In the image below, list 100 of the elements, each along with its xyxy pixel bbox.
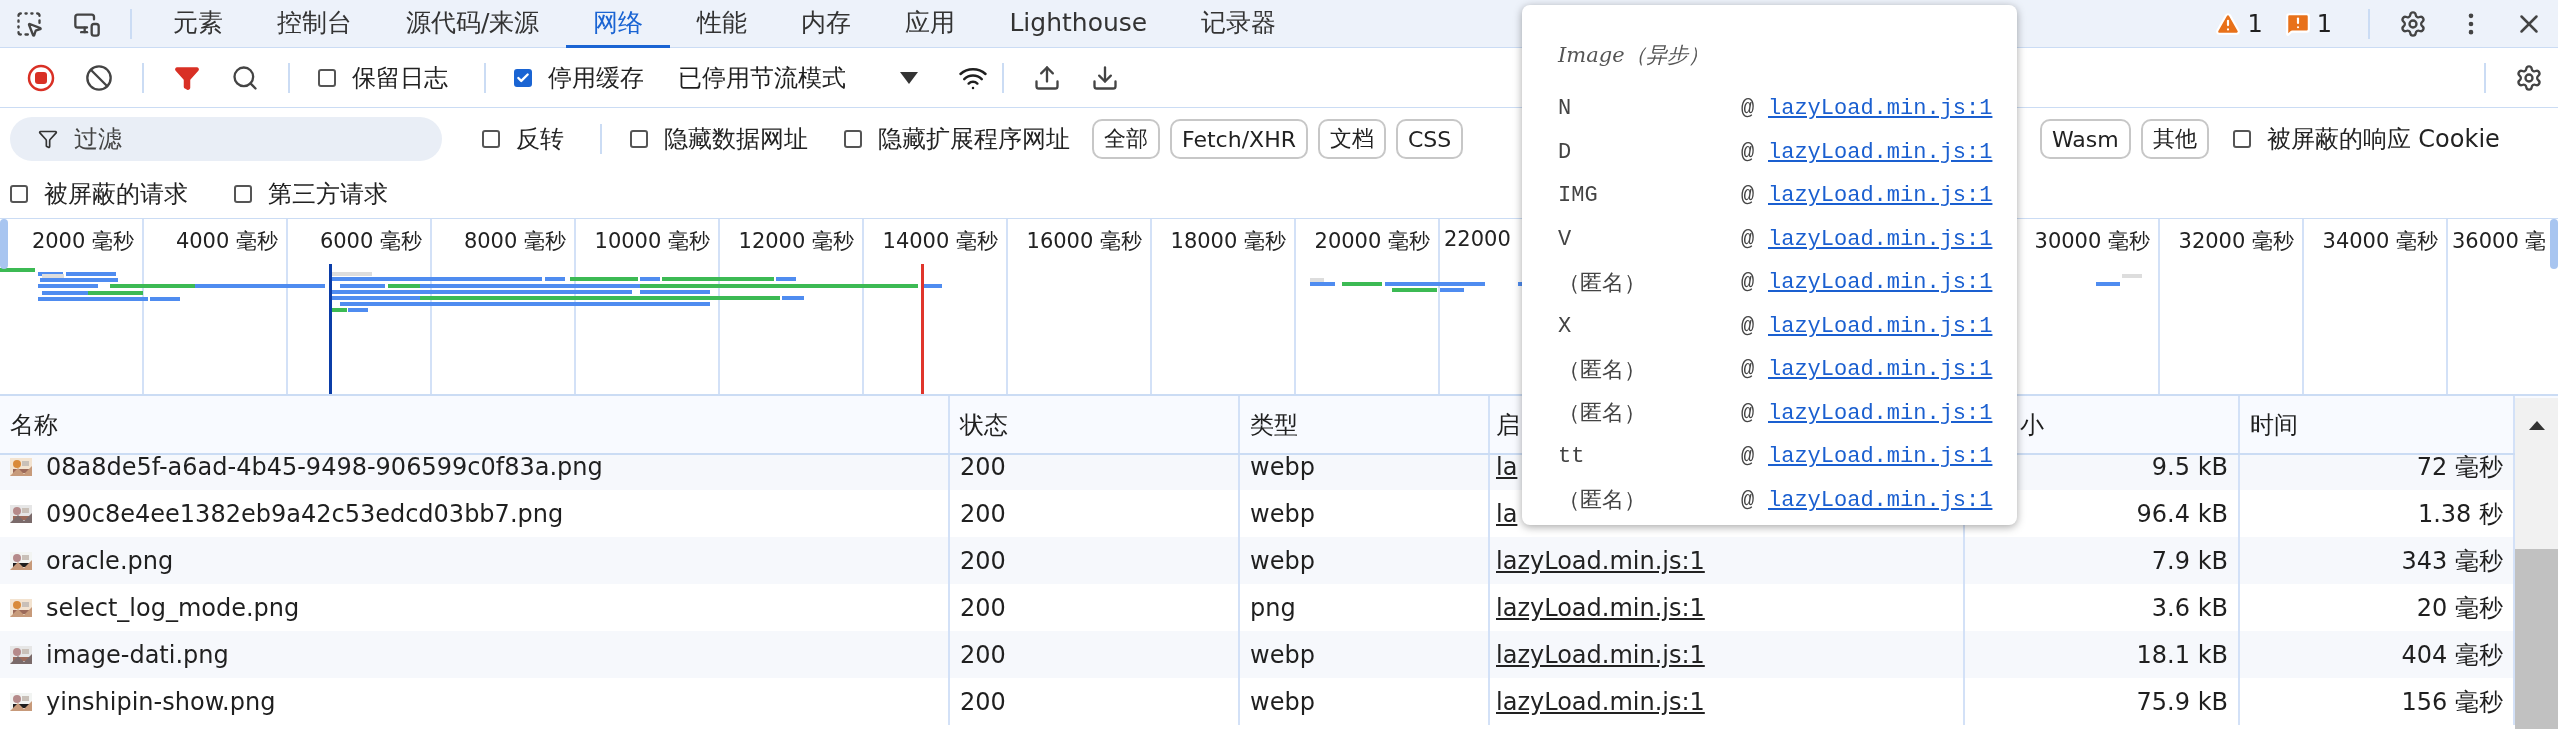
error-icon[interactable]	[2284, 10, 2311, 37]
file-name[interactable]: select_log_mode.png	[46, 593, 300, 622]
settings-icon[interactable]	[2399, 9, 2427, 38]
function-name: tt	[1558, 444, 1586, 470]
type-filter-button[interactable]: 文档	[1317, 119, 1386, 159]
initiator-link[interactable]: la	[1496, 455, 1518, 481]
time-tick: 30000 毫秒	[2034, 228, 2150, 255]
time-tick: 32000 毫秒	[2178, 228, 2294, 255]
at-sign: @	[1741, 444, 1756, 470]
checkbox-label: 第三方请求	[268, 179, 388, 210]
checkbox[interactable]	[630, 130, 648, 148]
checkbox[interactable]	[482, 130, 500, 148]
time-tick: 16000 毫秒	[1026, 228, 1142, 255]
time-value: 404 毫秒	[2401, 639, 2503, 671]
source-link[interactable]: lazyLoad.min.js:1	[1768, 270, 2017, 296]
warning-icon[interactable]	[2215, 10, 2242, 37]
resource-type: webp	[1250, 455, 1315, 481]
file-name[interactable]: 090c8e4ee1382eb9a42c53edcd03bb7.png	[46, 499, 564, 528]
resource-type: webp	[1250, 687, 1315, 716]
at-sign: @	[1741, 270, 1756, 296]
scroll-thumb[interactable]	[2515, 549, 2558, 729]
checkbox[interactable]	[2232, 130, 2251, 148]
range-handle[interactable]	[2550, 219, 2558, 269]
checkbox[interactable]	[10, 185, 28, 203]
initiator-link[interactable]: lazyLoad.min.js:1	[1496, 687, 1705, 716]
source-link[interactable]: lazyLoad.min.js:1	[1768, 183, 2017, 209]
size-value: 75.9 kB	[2136, 687, 2228, 716]
type-filter-button[interactable]: Fetch/XHR	[1170, 119, 1308, 159]
settings-icon[interactable]	[2515, 63, 2543, 92]
panel-tab[interactable]: 源代码/来源	[379, 0, 567, 48]
scrollbar[interactable]	[2515, 398, 2558, 729]
initiator-link[interactable]: lazyLoad.min.js:1	[1496, 640, 1705, 669]
time-tick: 22000	[1444, 227, 1511, 251]
search-icon[interactable]	[231, 63, 259, 92]
time-tick: 34000 毫秒	[2322, 228, 2438, 255]
time-value: 20 毫秒	[2416, 592, 2503, 624]
at-sign: @	[1741, 313, 1756, 339]
checkbox[interactable]	[514, 68, 532, 87]
type-filter-button[interactable]: CSS	[1395, 119, 1464, 159]
size-value: 3.6 kB	[2151, 593, 2228, 622]
status-code: 200	[960, 593, 1006, 622]
checkbox-label: 停用缓存	[548, 62, 644, 94]
upload-icon[interactable]	[1033, 63, 1061, 92]
panel-tab[interactable]: 控制台	[250, 0, 379, 48]
time-tick: 36000 毫	[2452, 228, 2547, 255]
panel-tab[interactable]: 元素	[146, 0, 250, 48]
source-link[interactable]: lazyLoad.min.js:1	[1768, 226, 2017, 252]
column-header[interactable]: 类型	[1240, 396, 1490, 453]
initiator-link[interactable]: lazyLoad.min.js:1	[1496, 546, 1705, 575]
throttling-select[interactable]: 已停用节流模式	[678, 61, 846, 94]
at-sign: @	[1741, 487, 1756, 513]
size-value: 96.4 kB	[2136, 499, 2228, 528]
checkbox[interactable]	[318, 68, 336, 87]
file-name[interactable]: yinshipin-show.png	[46, 687, 276, 716]
panel-tab[interactable]: 内存	[774, 0, 879, 48]
file-name[interactable]: oracle.png	[46, 546, 174, 575]
record-icon[interactable]	[27, 63, 55, 92]
caret-icon[interactable]	[900, 71, 918, 84]
filter-field[interactable]: 过滤	[10, 117, 442, 161]
clear-icon[interactable]	[85, 63, 113, 92]
resource-type: webp	[1250, 499, 1315, 528]
status-code: 200	[960, 499, 1006, 528]
panel-tab[interactable]: Lighthouse	[982, 0, 1175, 48]
function-name: N	[1558, 96, 1573, 122]
resource-type: webp	[1250, 640, 1315, 669]
time-tick: 20000 毫秒	[1314, 228, 1430, 255]
panel-tab[interactable]: 性能	[670, 0, 775, 48]
checkbox-label: 被屏蔽的请求	[44, 179, 188, 210]
status-code: 200	[960, 687, 1006, 716]
checkbox-label: 保留日志	[352, 62, 448, 94]
time-tick: 10000 毫秒	[594, 228, 710, 255]
initiator-link[interactable]: la	[1496, 499, 1518, 528]
filter-icon[interactable]	[174, 64, 200, 91]
type-filter-button[interactable]: 全部	[1092, 119, 1160, 159]
inspect-icon[interactable]	[15, 9, 43, 38]
column-header[interactable]: 状态	[950, 396, 1240, 453]
initiator-link[interactable]: lazyLoad.min.js:1	[1496, 593, 1705, 622]
file-name[interactable]: 08a8de5f-a6ad-4b45-9498-906599c0f83a.png	[46, 455, 603, 481]
type-filter-button[interactable]: Wasm	[2040, 119, 2131, 159]
panel-tab[interactable]: 记录器	[1174, 0, 1304, 48]
range-handle[interactable]	[0, 219, 8, 269]
file-name[interactable]: image-dati.png	[46, 640, 229, 669]
type-filter-button[interactable]: 其他	[2140, 119, 2209, 159]
time-tick: 6000 毫秒	[319, 228, 422, 255]
download-icon[interactable]	[1091, 63, 1119, 92]
source-link[interactable]: lazyLoad.min.js:1	[1768, 357, 2017, 383]
status-code: 200	[960, 455, 1006, 481]
resource-type: png	[1250, 593, 1296, 622]
source-link[interactable]: lazyLoad.min.js:1	[1768, 96, 2017, 122]
checkbox[interactable]	[844, 130, 862, 148]
source-link[interactable]: lazyLoad.min.js:1	[1768, 313, 2017, 339]
function-name: IMG	[1558, 183, 1599, 209]
source-link[interactable]: lazyLoad.min.js:1	[1768, 487, 2017, 513]
column-header[interactable]: 名称	[0, 396, 950, 453]
source-link[interactable]: lazyLoad.min.js:1	[1768, 139, 2017, 165]
panel-tab[interactable]: 应用	[878, 0, 983, 48]
checkbox-label: 反转	[516, 124, 564, 155]
function-name: （匿名）	[1558, 401, 1647, 429]
checkbox[interactable]	[234, 185, 252, 203]
panel-tab[interactable]: 网络	[566, 0, 671, 48]
